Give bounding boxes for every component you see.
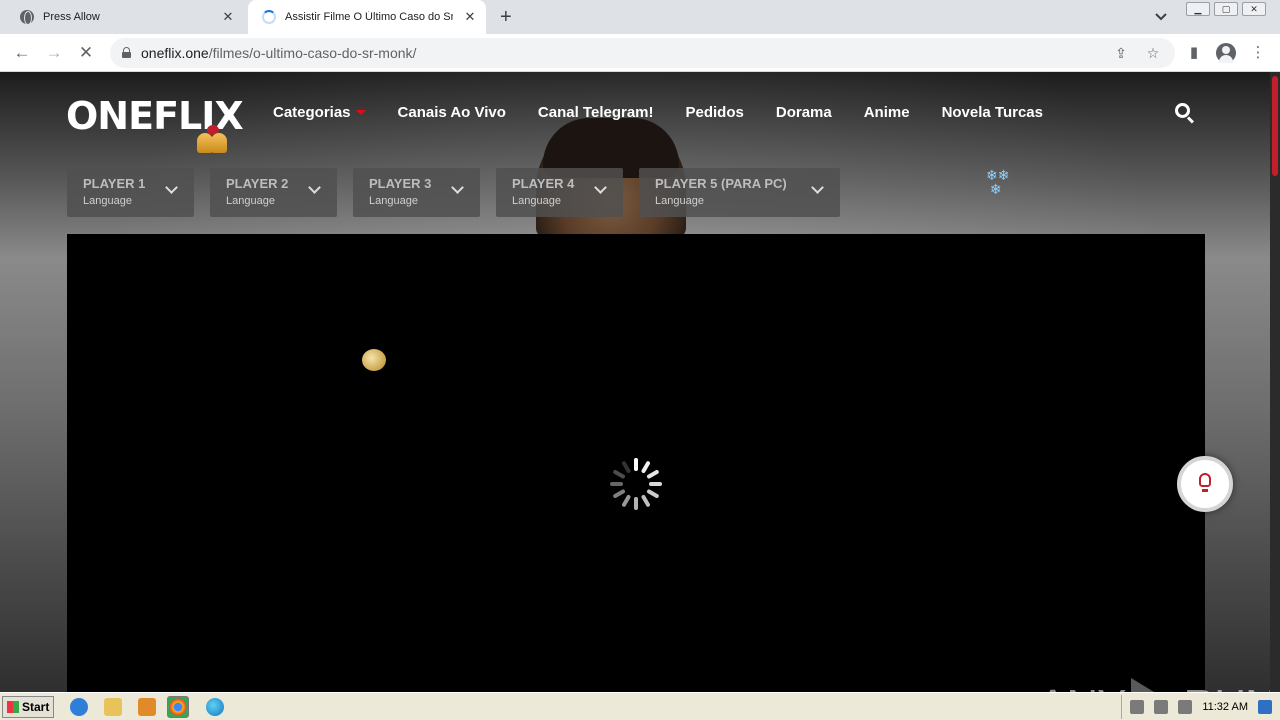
tab-press-allow[interactable]: Press Allow ✕ [8,0,244,34]
player-1-button[interactable]: PLAYER 1 Language [67,168,194,217]
forward-arrow-icon[interactable]: → [44,43,64,63]
windows-taskbar: Start 11:32 AM [0,692,1280,720]
snowflake-icon: ❄❄ ❄ [986,167,1010,197]
lights-toggle-button[interactable] [1177,456,1233,512]
tab-strip: Press Allow ✕ Assistir Filme O Último Ca… [0,0,1280,34]
start-label: Start [22,700,50,714]
player-selector: PLAYER 1 Language PLAYER 2 Language PLAY… [67,168,840,217]
caret-down-icon [355,110,366,115]
tab-search-chevron-icon[interactable] [1152,9,1170,25]
close-window-button[interactable]: ✕ [1242,2,1266,16]
nav-novela-turcas[interactable]: Novela Turcas [942,104,1043,121]
back-arrow-icon[interactable]: ← [12,43,32,63]
volume-icon[interactable] [1130,700,1145,714]
close-tab-icon[interactable]: ✕ [462,9,478,25]
watermark-right: RUN [1183,681,1270,692]
tab-active-movie[interactable]: Assistir Filme O Último Caso do Sr. M ✕ [248,0,486,34]
christmas-bells-icon [193,125,233,157]
nav-canal-telegram[interactable]: Canal Telegram! [538,104,654,121]
nav-anime[interactable]: Anime [864,104,910,121]
chrome-icon[interactable] [167,696,189,718]
profile-icon[interactable] [1216,43,1236,63]
edge-icon[interactable] [206,698,224,716]
tab-title: Press Allow [43,11,100,23]
tab-title: Assistir Filme O Último Caso do Sr. M [285,11,453,23]
player-language: Language [655,195,704,207]
clock[interactable]: 11:32 AM [1202,701,1248,713]
show-desktop-icon[interactable] [1258,700,1272,714]
share-icon[interactable]: ⇪ [1113,45,1129,61]
play-triangle-icon [1131,678,1178,692]
globe-icon [20,10,34,25]
window-controls: ▁ ▢ ✕ [1186,2,1266,16]
player-name: PLAYER 4 [512,176,575,191]
player-language: Language [226,195,275,207]
media-player-icon[interactable] [138,698,156,716]
action-center-flag-icon[interactable] [1178,700,1193,714]
christmas-ornament-icon [362,349,386,371]
anyrun-watermark: ANY RUN [1038,678,1270,692]
nav-pedidos[interactable]: Pedidos [686,104,744,121]
close-tab-icon[interactable]: ✕ [220,9,236,25]
internet-explorer-icon[interactable] [70,698,88,716]
nav-categorias[interactable]: Categorias [273,104,366,121]
file-explorer-icon[interactable] [104,698,122,716]
player-3-button[interactable]: PLAYER 3 Language [353,168,480,217]
browser-toolbar: ← → ✕ oneflix.one/filmes/o-ultimo-caso-d… [0,34,1280,72]
windows-flag-icon [7,701,19,713]
url-domain: oneflix.one [141,45,209,61]
minimize-button[interactable]: ▁ [1186,2,1210,16]
player-language: Language [369,195,418,207]
page-scrollbar[interactable] [1270,72,1280,692]
side-panel-icon[interactable]: ▮ [1184,43,1204,63]
player-4-button[interactable]: PLAYER 4 Language [496,168,623,217]
stop-loading-icon[interactable]: ✕ [76,43,96,63]
search-icon[interactable] [1175,103,1195,124]
menu-kebab-icon[interactable]: ⋮ [1248,43,1268,63]
web-page: ONEFLIX Categorias Canais Ao Vivo Canal … [0,72,1270,692]
address-bar[interactable]: oneflix.one/filmes/o-ultimo-caso-do-sr-m… [110,38,1175,68]
url-text[interactable]: oneflix.one/filmes/o-ultimo-caso-do-sr-m… [141,45,416,61]
player-language: Language [512,195,561,207]
lock-icon[interactable] [122,47,131,58]
new-tab-button[interactable]: + [500,7,512,27]
nav-canais-ao-vivo[interactable]: Canais Ao Vivo [398,104,506,121]
player-name: PLAYER 1 [83,176,146,191]
bookmark-star-icon[interactable]: ☆ [1145,45,1161,61]
player-5-button[interactable]: PLAYER 5 (PARA PC) Language [639,168,840,217]
loading-spinner-icon [262,10,276,24]
main-navigation: Categorias Canais Ao Vivo Canal Telegram… [273,104,1043,121]
player-name: PLAYER 3 [369,176,432,191]
maximize-button[interactable]: ▢ [1214,2,1238,16]
network-icon[interactable] [1154,700,1169,714]
scrollbar-thumb[interactable] [1272,76,1278,176]
start-button[interactable]: Start [2,696,54,718]
nav-label: Categorias [273,104,351,121]
player-language: Language [83,195,132,207]
nav-dorama[interactable]: Dorama [776,104,832,121]
player-2-button[interactable]: PLAYER 2 Language [210,168,337,217]
url-path: /filmes/o-ultimo-caso-do-sr-monk/ [208,45,417,61]
watermark-left: ANY [1038,681,1126,692]
lightbulb-icon [1199,473,1211,487]
video-loading-spinner-icon [610,458,662,510]
system-tray: 11:32 AM [1121,695,1280,719]
player-name: PLAYER 2 [226,176,289,191]
